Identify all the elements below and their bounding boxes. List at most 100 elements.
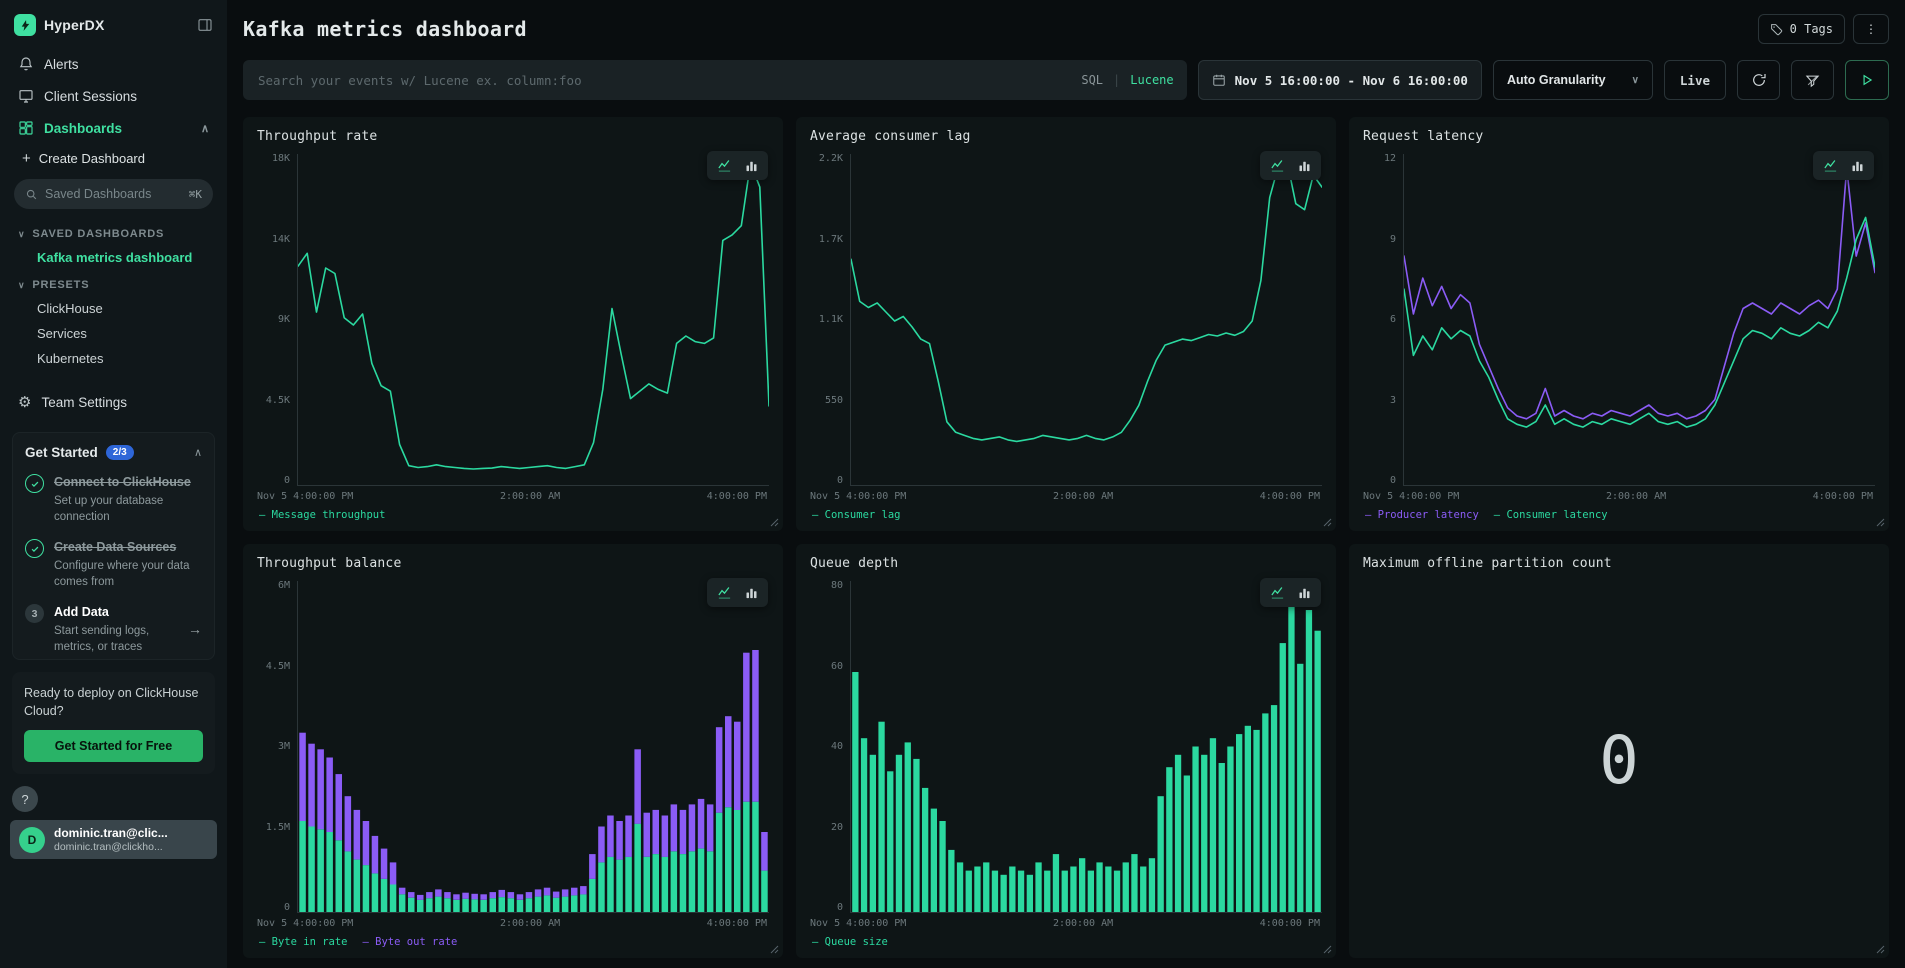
step-title: Connect to ClickHouse <box>54 475 191 489</box>
filter-button[interactable] <box>1791 60 1834 100</box>
legend-item: — Queue size <box>812 936 888 948</box>
user-name: dominic.tran@clic... <box>54 826 208 840</box>
x-tick-label: Nov 5 4:00:00 PM <box>810 918 906 929</box>
get-started-free-button[interactable]: Get Started for Free <box>24 730 203 762</box>
tags-button[interactable]: 0 Tags <box>1758 14 1845 44</box>
sidebar-item-kafka-dashboard[interactable]: Kafka metrics dashboard <box>10 245 217 270</box>
y-tick-label: 6 <box>1390 315 1396 325</box>
chart-svg <box>1404 154 1875 485</box>
x-tick-label: 4:00:00 PM <box>1260 491 1320 502</box>
check-circle-icon <box>25 474 44 493</box>
check-circle-icon <box>25 539 44 558</box>
bar-chart-icon[interactable] <box>1850 158 1865 173</box>
chevron-up-icon[interactable]: ∧ <box>201 122 209 135</box>
bar-chart-icon[interactable] <box>744 585 759 600</box>
step-title: Create Data Sources <box>54 540 176 554</box>
line-chart-icon[interactable] <box>1269 158 1286 173</box>
line-chart-icon[interactable] <box>716 585 733 600</box>
resize-handle[interactable] <box>1323 945 1332 954</box>
resize-handle[interactable] <box>1876 945 1885 954</box>
sidebar-item-services[interactable]: Services <box>10 321 217 346</box>
collapse-sidebar-icon[interactable] <box>197 17 213 33</box>
create-dashboard-button[interactable]: + Create Dashboard <box>10 144 217 177</box>
y-tick-label: 0 <box>837 476 843 486</box>
line-chart-icon[interactable] <box>716 158 733 173</box>
chart-svg <box>851 581 1322 912</box>
sidebar-item-alerts[interactable]: Alerts <box>10 48 217 80</box>
granularity-select[interactable]: Auto Granularity ∨ <box>1493 60 1653 100</box>
resize-handle[interactable] <box>770 518 779 527</box>
x-axis-labels: Nov 5 4:00:00 PM2:00:00 AM4:00:00 PM <box>1363 486 1875 502</box>
hyperdx-logo-icon <box>14 14 36 36</box>
line-chart-icon[interactable] <box>1822 158 1839 173</box>
sidebar-item-clickhouse[interactable]: ClickHouse <box>10 296 217 321</box>
dashboard-grid: Throughput rate 18K14K9K4.5K0 Nov 5 4:00… <box>243 117 1889 958</box>
panel-title: Throughput balance <box>257 556 769 571</box>
step-connect-clickhouse[interactable]: Connect to ClickHouse Set up your databa… <box>25 473 202 525</box>
page-title: Kafka metrics dashboard <box>243 17 527 41</box>
y-tick-label: 14K <box>272 235 290 245</box>
granularity-value: Auto Granularity <box>1507 73 1606 87</box>
chart-plot[interactable] <box>297 581 769 913</box>
step-number-icon: 3 <box>25 604 44 623</box>
bar-chart-icon[interactable] <box>1297 585 1312 600</box>
kebab-menu-icon: ⋮ <box>1865 22 1877 36</box>
resize-handle[interactable] <box>1876 518 1885 527</box>
line-chart-icon[interactable] <box>1269 585 1286 600</box>
x-tick-label: Nov 5 4:00:00 PM <box>257 491 353 502</box>
sidebar-item-dashboards[interactable]: Dashboards ∧ <box>10 112 217 144</box>
calendar-icon <box>1212 73 1226 87</box>
bar-chart-icon[interactable] <box>1297 158 1312 173</box>
section-presets[interactable]: ∨ PRESETS <box>10 270 217 296</box>
refresh-button[interactable] <box>1737 60 1780 100</box>
progress-badge: 2/3 <box>106 445 134 460</box>
section-saved-dashboards[interactable]: ∨ SAVED DASHBOARDS <box>10 219 217 245</box>
step-add-data[interactable]: 3 Add Data Start sending logs, metrics, … <box>25 603 202 655</box>
panel-title: Request latency <box>1363 129 1875 144</box>
x-tick-label: 2:00:00 AM <box>1606 491 1666 502</box>
chart-plot[interactable] <box>1403 154 1875 486</box>
step-create-data-sources[interactable]: Create Data Sources Configure where your… <box>25 538 202 590</box>
panel-throughput-rate: Throughput rate 18K14K9K4.5K0 Nov 5 4:00… <box>243 117 783 531</box>
resize-handle[interactable] <box>770 945 779 954</box>
dashboard-header: Kafka metrics dashboard 0 Tags ⋮ <box>243 14 1889 44</box>
chart-type-toggle <box>1260 578 1321 607</box>
lucene-toggle[interactable]: Lucene <box>1130 73 1173 87</box>
chart-legend: — Byte in rate— Byte out rate <box>257 929 769 950</box>
search-input[interactable] <box>256 72 1071 89</box>
search-placeholder: Saved Dashboards <box>45 187 182 201</box>
chart-plot[interactable] <box>850 581 1322 913</box>
gear-icon: ⚙ <box>18 395 31 410</box>
y-tick-label: 12 <box>1384 154 1396 164</box>
chart-plot[interactable] <box>850 154 1322 486</box>
live-button[interactable]: Live <box>1664 60 1726 100</box>
panel-throughput-balance: Throughput balance 6M4.5M3M1.5M0 Nov 5 4… <box>243 544 783 958</box>
chevron-up-icon[interactable]: ∧ <box>194 446 202 459</box>
chevron-down-icon: ∨ <box>18 280 25 291</box>
avatar: D <box>19 827 45 853</box>
chart-type-toggle <box>1260 151 1321 180</box>
panel-title: Throughput rate <box>257 129 769 144</box>
saved-dashboards-search[interactable]: Saved Dashboards ⌘K <box>14 179 213 209</box>
step-description: Configure where your data comes from <box>54 559 202 590</box>
sidebar-item-team-settings[interactable]: ⚙ Team Settings <box>10 387 217 418</box>
help-button[interactable]: ? <box>12 786 38 812</box>
brand-name: HyperDX <box>44 17 105 33</box>
resize-handle[interactable] <box>1323 518 1332 527</box>
legend-item: — Byte in rate <box>259 936 348 948</box>
x-tick-label: 4:00:00 PM <box>707 491 767 502</box>
bar-chart-icon[interactable] <box>744 158 759 173</box>
sidebar-item-client-sessions[interactable]: Client Sessions <box>10 80 217 112</box>
y-tick-label: 1.5M <box>266 823 290 833</box>
y-tick-label: 4.5K <box>266 396 290 406</box>
user-menu[interactable]: D dominic.tran@clic... dominic.tran@clic… <box>10 820 217 859</box>
run-query-button[interactable] <box>1845 60 1889 100</box>
get-started-header: Get Started 2/3 ∧ <box>25 445 202 460</box>
sql-toggle[interactable]: SQL <box>1081 73 1103 87</box>
chart-plot[interactable] <box>297 154 769 486</box>
sidebar-item-kubernetes[interactable]: Kubernetes <box>10 346 217 371</box>
more-options-button[interactable]: ⋮ <box>1853 14 1889 44</box>
x-axis-labels: Nov 5 4:00:00 PM2:00:00 AM4:00:00 PM <box>810 913 1322 929</box>
app-root: HyperDX Alerts Client Sessions Dashboard… <box>0 0 1905 968</box>
date-range-picker[interactable]: Nov 5 16:00:00 - Nov 6 16:00:00 <box>1198 60 1482 100</box>
